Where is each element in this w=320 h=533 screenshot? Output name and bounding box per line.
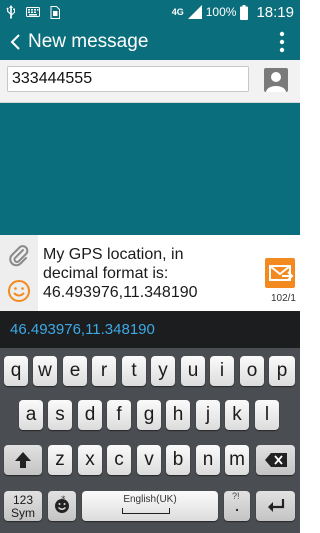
key-e[interactable]: e (63, 356, 87, 386)
space-key[interactable]: English(UK) (82, 491, 218, 521)
key-o[interactable]: o (240, 356, 264, 386)
conversation-area (0, 103, 300, 235)
key-s[interactable]: s (48, 400, 72, 430)
period-alt-label: ?! (232, 491, 240, 501)
word-suggestion[interactable]: 46.493976,11.348190 (10, 321, 155, 338)
send-icon (269, 265, 294, 281)
status-right-icons: 4G 100% 18:19 (172, 3, 294, 21)
period-key[interactable]: ?! . (224, 491, 250, 521)
sim-icon (50, 5, 60, 19)
key-f[interactable]: f (107, 400, 131, 430)
emoji-button[interactable] (7, 279, 31, 303)
shift-key[interactable] (4, 445, 42, 475)
character-counter: 102/1 (270, 293, 296, 304)
key-t[interactable]: t (122, 356, 146, 386)
page-title: New message (28, 31, 149, 52)
key-k[interactable]: k (225, 400, 249, 430)
key-m[interactable]: m (225, 445, 249, 475)
status-bar: 4G 100% 18:19 (0, 0, 300, 24)
attach-button[interactable] (7, 244, 31, 268)
back-button[interactable] (4, 30, 28, 54)
enter-key[interactable] (256, 491, 295, 521)
paperclip-icon (9, 245, 29, 267)
clock: 18:19 (256, 3, 294, 21)
key-n[interactable]: n (196, 445, 220, 475)
emoji-key[interactable]: ⁎ (48, 491, 76, 521)
key-w[interactable]: w (33, 356, 57, 386)
key-b[interactable]: b (166, 445, 190, 475)
keyboard-icon (26, 7, 40, 17)
overflow-menu-icon (279, 31, 285, 53)
battery-icon (240, 4, 249, 20)
key-x[interactable]: x (78, 445, 102, 475)
key-j[interactable]: j (196, 400, 220, 430)
status-left-icons (6, 4, 60, 20)
key-y[interactable]: y (151, 356, 175, 386)
key-g[interactable]: g (137, 400, 161, 430)
key-l[interactable]: l (255, 400, 279, 430)
keyboard: q w e r t y u i o p a s d f g h j k l z … (0, 348, 300, 533)
space-language-label: English(UK) (123, 494, 177, 505)
key-h[interactable]: h (166, 400, 190, 430)
app-bar: New message (0, 24, 300, 60)
message-input[interactable]: My GPS location, in decimal format is: 4… (43, 245, 261, 302)
key-p[interactable]: p (269, 356, 295, 386)
recipient-row (0, 60, 300, 103)
key-a[interactable]: a (19, 400, 43, 430)
symbols-key[interactable]: 123 Sym (4, 491, 42, 521)
shift-arrow-icon (15, 452, 31, 468)
network-type: 4G (171, 6, 184, 17)
chevron-left-icon (10, 34, 20, 50)
backspace-icon (264, 453, 287, 467)
usb-icon (6, 5, 16, 19)
key-v[interactable]: v (137, 445, 161, 475)
recipient-input[interactable] (7, 66, 249, 92)
send-button[interactable] (265, 258, 295, 288)
key-z[interactable]: z (48, 445, 72, 475)
backspace-key[interactable] (256, 445, 295, 475)
suggestion-bar: 46.493976,11.348190 (0, 311, 300, 348)
overflow-menu-button[interactable] (274, 30, 290, 54)
key-q[interactable]: q (4, 356, 28, 386)
enter-icon (267, 499, 284, 512)
emoji-key-icon (55, 499, 69, 513)
key-u[interactable]: u (181, 356, 205, 386)
space-bar-icon (122, 508, 170, 514)
battery-percent: 100% (205, 5, 237, 19)
key-r[interactable]: r (92, 356, 116, 386)
key-d[interactable]: d (78, 400, 102, 430)
key-i[interactable]: i (210, 356, 234, 386)
compose-tools (0, 235, 38, 311)
key-c[interactable]: c (107, 445, 131, 475)
contact-picker-button[interactable] (264, 68, 288, 92)
compose-bar: My GPS location, in decimal format is: 4… (0, 235, 300, 311)
contact-icon (266, 72, 286, 92)
signal-icon (187, 5, 202, 19)
smiley-icon (8, 280, 30, 302)
